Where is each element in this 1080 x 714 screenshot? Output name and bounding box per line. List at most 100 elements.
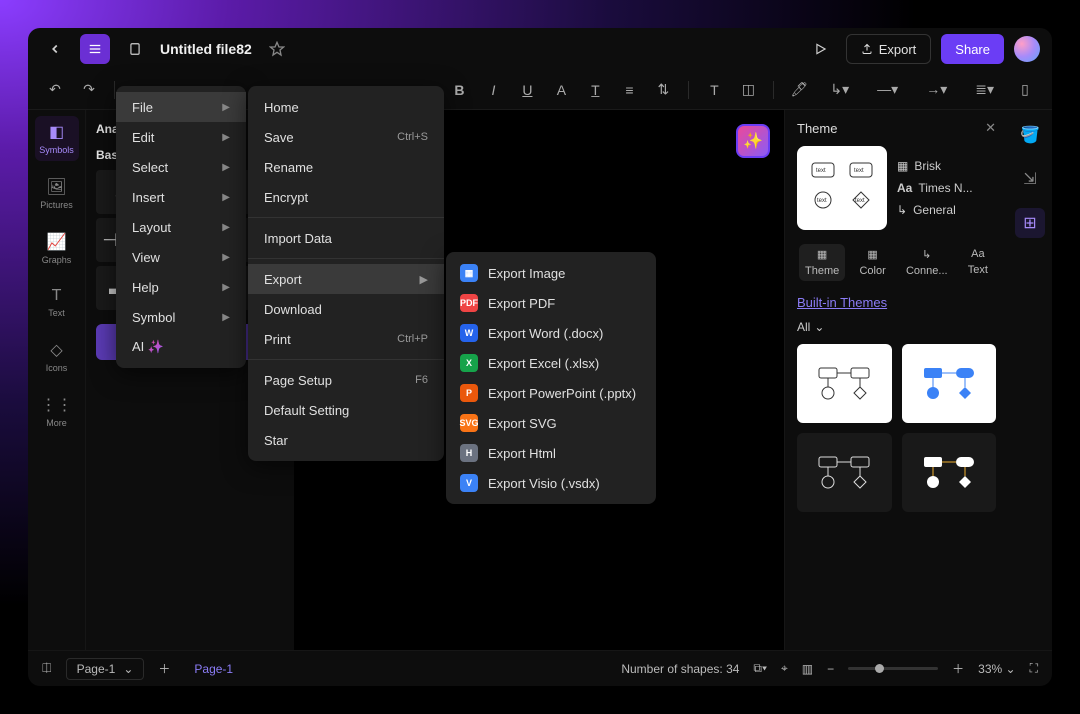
bold-icon[interactable]: B [446,77,472,103]
align-icon[interactable]: ≡ [616,77,642,103]
rail-graphs[interactable]: 📈Graphs [35,226,79,271]
filter-all[interactable]: All⌄ [797,320,996,334]
file-menu-star[interactable]: Star [248,425,444,455]
file-menu-encrypt[interactable]: Encrypt [248,182,444,212]
main-menu: File▶Edit▶Select▶Insert▶Layout▶View▶Help… [116,86,246,368]
redo-icon[interactable]: ↷ [76,77,102,103]
line-style-icon[interactable]: —▾ [867,77,908,103]
export-export-excel-xlsx-[interactable]: XExport Excel (.xlsx) [446,348,656,378]
menu-item-insert[interactable]: Insert▶ [116,182,246,212]
hamburger-menu[interactable] [80,34,110,64]
tab-theme[interactable]: ▦Theme [799,244,845,281]
font-color-icon[interactable]: A [548,77,574,103]
back-button[interactable] [40,34,70,64]
close-icon[interactable]: ✕ [985,120,996,136]
text-height-icon[interactable]: T̲ [582,77,608,103]
target-icon[interactable]: ⌖ [781,661,788,676]
share-label: Share [955,42,990,57]
zoom-in-icon[interactable]: ＋ [952,660,964,677]
theme-panel-title: Theme [797,121,837,136]
menu-item-edit[interactable]: Edit▶ [116,122,246,152]
file-menu-default-setting[interactable]: Default Setting [248,395,444,425]
shape-count: Number of shapes: 34 [621,662,739,676]
export-icon[interactable]: ⇲ [1015,164,1045,194]
zoom-value[interactable]: 33% ⌄ [978,662,1015,676]
page-layout-icon[interactable]: ⎅ [42,661,52,676]
tab-connector[interactable]: ↳Conne... [900,244,954,281]
menu-item-help[interactable]: Help▶ [116,272,246,302]
export-export-pdf[interactable]: PDFExport PDF [446,288,656,318]
tab-text[interactable]: AaText [962,244,994,281]
built-in-themes-link[interactable]: Built-in Themes [797,295,996,310]
theme-card[interactable] [797,433,892,512]
rail-icons[interactable]: ◇Icons [35,334,79,379]
share-button[interactable]: Share [941,34,1004,64]
rail-more[interactable]: ⋮⋮More [35,389,79,434]
page-select[interactable]: Page-1⌄ [66,658,145,680]
chevron-down-icon: ⌄ [814,320,824,334]
layers-icon[interactable]: ⧉▾ [753,661,767,676]
palette-icon: ▦ [897,159,908,173]
zoom-slider[interactable] [848,667,938,670]
line-spacing-icon[interactable]: ⇅ [650,77,676,103]
file-menu-home[interactable]: Home [248,92,444,122]
list-icon[interactable]: ≣▾ [965,77,1004,103]
menu-item-layout[interactable]: Layout▶ [116,212,246,242]
file-menu-rename[interactable]: Rename [248,152,444,182]
menu-item-select[interactable]: Select▶ [116,152,246,182]
theme-card[interactable] [797,344,892,423]
underline-icon[interactable]: U [514,77,540,103]
menu-item-file[interactable]: File▶ [116,92,246,122]
page-tab[interactable]: Page-1 [184,662,243,676]
export-label: Export [879,42,917,57]
play-button[interactable] [806,34,836,64]
export-export-visio-vsdx-[interactable]: VExport Visio (.vsdx) [446,468,656,498]
export-export-image[interactable]: ▦Export Image [446,258,656,288]
picture-icon: 🖼 [46,177,66,197]
rail-symbols[interactable]: ◧Symbols [35,116,79,161]
fullscreen-icon[interactable]: ⛶ [1030,661,1038,676]
pen-icon[interactable]: 🖊 [786,77,812,103]
eraser-icon[interactable]: ◫ [735,77,761,103]
zoom-out-icon[interactable]: − [827,662,834,676]
file-menu: HomeSaveCtrl+SRenameEncrypt Import Data Ex… [248,86,444,461]
chevron-down-icon: ⌄ [123,662,133,676]
menu-item-ai[interactable]: AI ✨ [116,332,246,362]
undo-icon[interactable]: ↶ [42,77,68,103]
arrow-style-icon[interactable]: →▾ [916,77,957,103]
file-menu-export[interactable]: Export▶ [248,264,444,294]
menu-item-symbol[interactable]: Symbol▶ [116,302,246,332]
menu-item-view[interactable]: View▶ [116,242,246,272]
export-export-powerpoint-pptx-[interactable]: PExport PowerPoint (.pptx) [446,378,656,408]
rail-text[interactable]: TText [35,281,79,324]
theme-preview[interactable]: texttexttexttext [797,146,887,230]
apps-icon[interactable]: ⊞ [1015,208,1045,238]
document-icon [120,34,150,64]
export-export-word-docx-[interactable]: WExport Word (.docx) [446,318,656,348]
theme-card[interactable] [902,344,997,423]
file-menu-import-data[interactable]: Import Data [248,223,444,253]
grid-icon: ▦ [867,248,877,261]
file-menu-save[interactable]: SaveCtrl+S [248,122,444,152]
ai-badge[interactable]: ✨ [736,124,770,158]
theme-card[interactable] [902,433,997,512]
paint-bucket-icon[interactable]: 🪣 [1015,120,1045,150]
star-icon[interactable] [262,34,292,64]
layout-icon[interactable]: ▯ [1012,77,1038,103]
file-menu-download[interactable]: Download [248,294,444,324]
export-export-html[interactable]: HExport Html [446,438,656,468]
avatar[interactable] [1014,36,1040,62]
rail-pictures[interactable]: 🖼Pictures [35,171,79,216]
text-tool-icon[interactable]: T [701,77,727,103]
italic-icon[interactable]: I [480,77,506,103]
file-menu-page-setup[interactable]: Page SetupF6 [248,365,444,395]
tab-color[interactable]: ▦Color [853,244,891,281]
map-icon[interactable]: ▥ [802,662,813,676]
font-icon: Aa [897,181,912,195]
add-page-icon[interactable]: ＋ [158,660,170,677]
file-menu-print[interactable]: PrintCtrl+P [248,324,444,354]
connector-style-icon[interactable]: ↳▾ [820,77,859,103]
export-export-svg[interactable]: SVGExport SVG [446,408,656,438]
export-button[interactable]: Export [846,34,932,64]
document-title[interactable]: Untitled file82 [160,41,252,57]
